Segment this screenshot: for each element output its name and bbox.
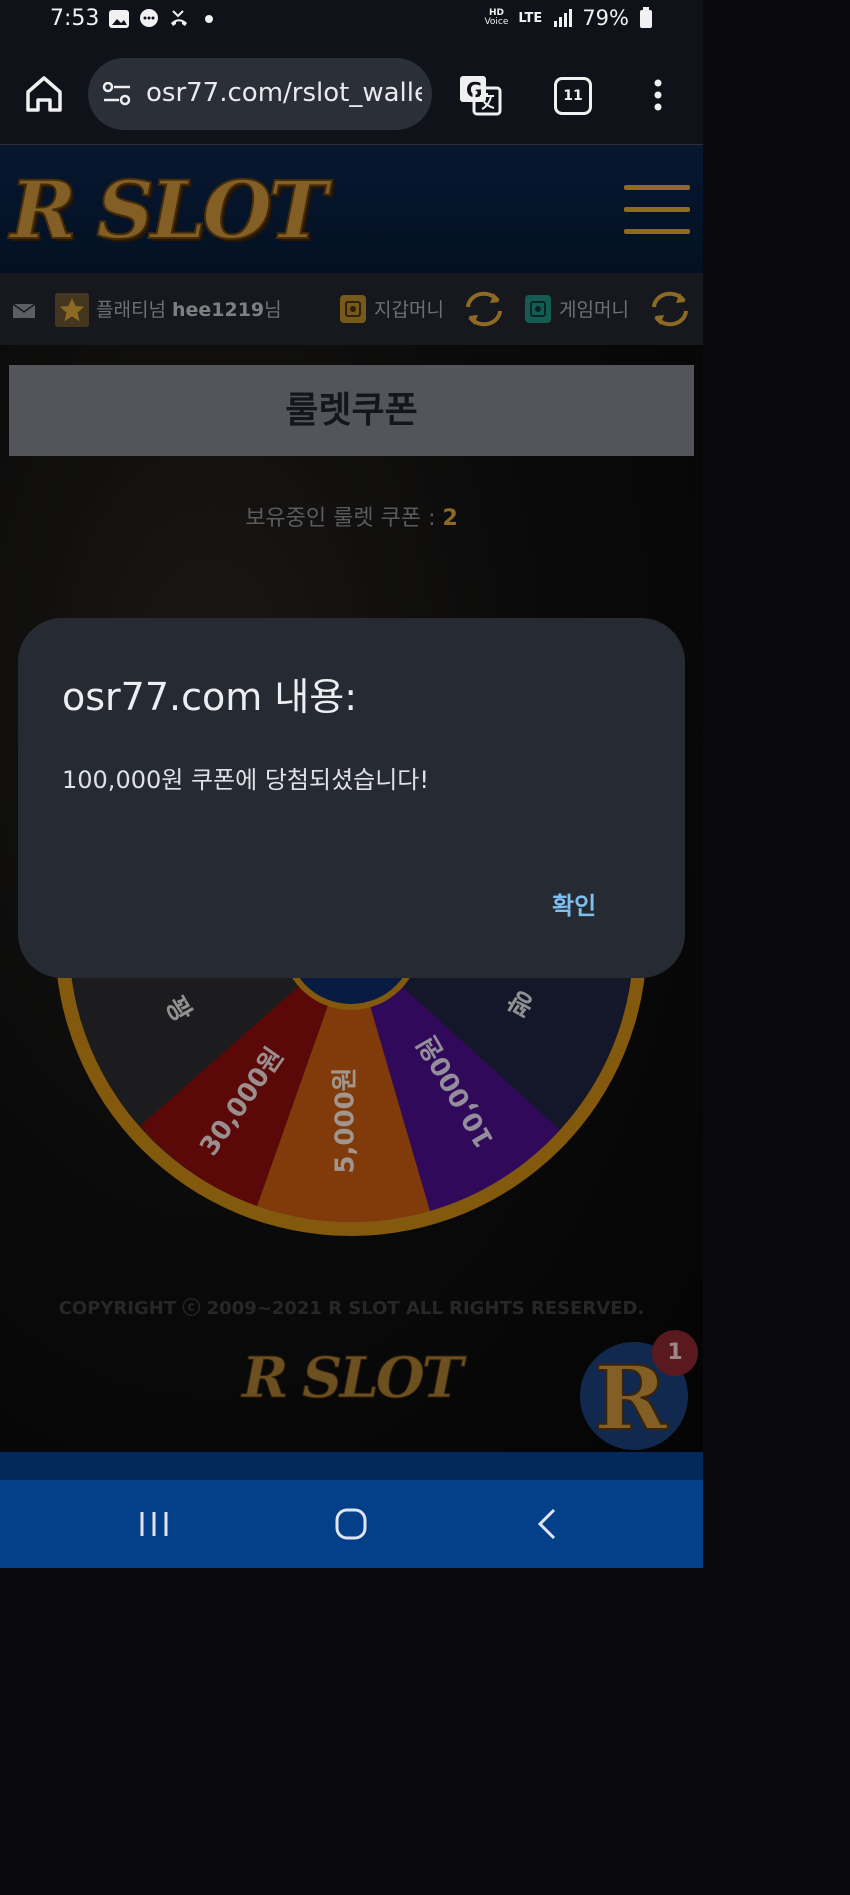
confirm-button[interactable]: 확인 (552, 886, 596, 921)
home-icon[interactable] (22, 72, 66, 116)
dialog-title: osr77.com 내용: (62, 675, 358, 719)
home-nav-icon[interactable] (329, 1504, 373, 1544)
back-icon[interactable] (526, 1504, 570, 1544)
battery-percent: 79% (582, 6, 629, 30)
tab-switcher-button[interactable]: 11 (554, 77, 592, 115)
message-icon (140, 9, 158, 27)
site-settings-icon[interactable] (102, 82, 132, 106)
battery-icon (640, 7, 652, 28)
system-navigation-bar (0, 1480, 703, 1568)
url-text: osr77.com/rslot_walle (146, 78, 422, 108)
lte-indicator: LTE (518, 10, 543, 26)
bottom-strip (0, 1452, 703, 1480)
recent-apps-icon[interactable] (132, 1504, 176, 1544)
hd-voice-indicator: HD Voice (484, 8, 509, 27)
more-menu-icon[interactable] (650, 78, 666, 112)
dot-icon (205, 15, 213, 23)
browser-toolbar: osr77.com/rslot_walle G 11 (0, 44, 703, 145)
alert-dialog: osr77.com 내용: 100,000원 쿠폰에 당첨되셨습니다! 확인 (18, 618, 685, 978)
system-status: HD Voice LTE 79% (484, 6, 653, 30)
missed-call-icon (171, 10, 187, 26)
notification-icons (108, 8, 220, 30)
signal-icon (554, 9, 573, 27)
address-bar[interactable]: osr77.com/rslot_walle (88, 58, 432, 130)
dialog-message: 100,000원 쿠폰에 당첨되셨습니다! (62, 766, 430, 794)
status-time: 7:53 (50, 6, 100, 31)
gallery-icon (109, 10, 129, 28)
status-bar: 7:53 HD Voice LTE 79% (0, 0, 703, 44)
translate-icon[interactable]: G (458, 74, 502, 116)
